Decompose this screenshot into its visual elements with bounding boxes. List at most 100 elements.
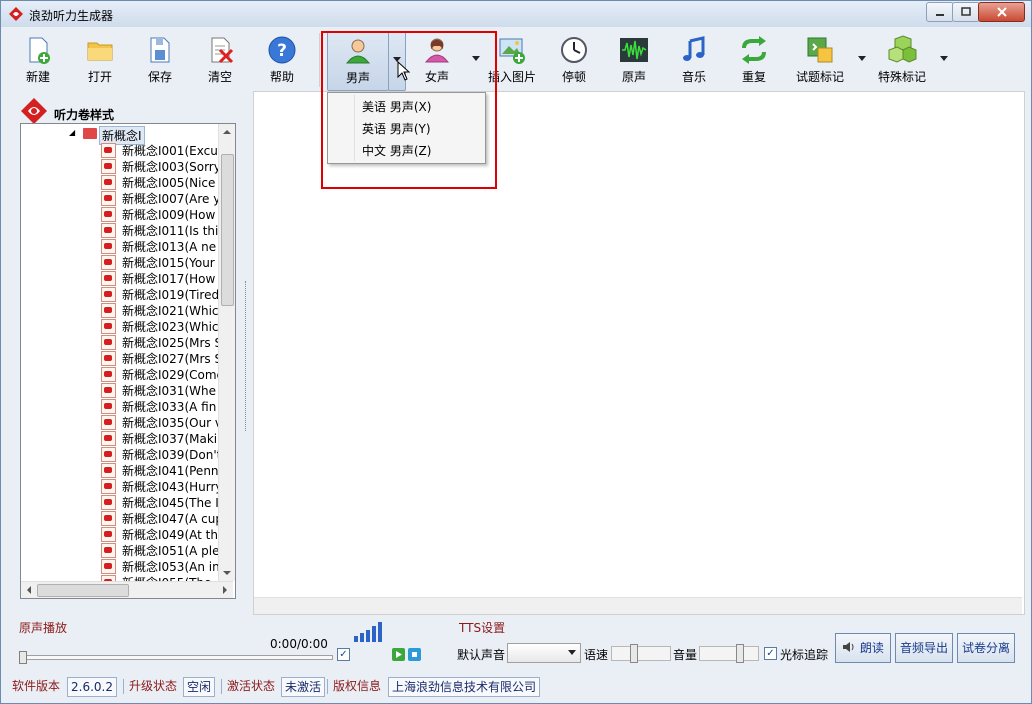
close-button[interactable] — [978, 2, 1025, 22]
clock-icon — [561, 37, 587, 63]
tree-horizontal-scrollbar[interactable] — [21, 581, 233, 598]
clear-button[interactable]: 清空 — [191, 31, 249, 89]
play-button[interactable] — [392, 648, 405, 661]
cursor-follow-checkbox[interactable]: ✓ — [764, 647, 777, 660]
playback-slider-thumb[interactable] — [19, 651, 27, 664]
tree-item-label: 新概念I031(Whe — [122, 384, 216, 398]
tree-item-label: 新概念I053(An in — [122, 560, 220, 574]
repeat-button[interactable]: 重复 — [725, 31, 783, 89]
tree-item-label: 新概念I033(A fin — [122, 400, 217, 414]
music-note-icon — [683, 36, 705, 61]
read-aloud-button[interactable]: 朗读 — [835, 633, 891, 663]
minimize-button[interactable] — [926, 2, 954, 22]
tree-item-label: 新概念I043(Hurry — [122, 480, 223, 494]
editor-horizontal-scrollbar[interactable] — [254, 597, 1022, 614]
tree-item-label: 新概念I013(A ne — [122, 240, 217, 254]
tree-item-label: 新概念I007(Are y — [122, 192, 221, 206]
tree-item-label: 新概念I021(Whic — [122, 304, 219, 318]
tree-item-label: 新概念I019(Tired — [122, 288, 220, 302]
main-window: 浪劲听力生成器 新建 打开 保存 清空 ? 帮助 男声 女声 插入图片 停顿 原… — [0, 0, 1032, 704]
audio-file-icon — [101, 495, 116, 510]
version-value: 2.6.0.2 — [67, 677, 117, 697]
read-aloud-label: 朗读 — [859, 641, 884, 655]
audio-file-icon — [101, 207, 116, 222]
status-bar: 软件版本 2.6.0.2 升级状态 空闲 激活状态 未激活 版权信息 上海浪劲信… — [9, 677, 1023, 697]
audio-file-icon — [101, 175, 116, 190]
audio-file-icon — [101, 463, 116, 478]
help-icon: ? — [268, 36, 296, 64]
audio-file-icon — [101, 319, 116, 334]
tree-item-label: 新概念I037(Makin — [122, 432, 225, 446]
new-button[interactable]: 新建 — [9, 31, 67, 89]
question-mark-label: 试题标记 — [795, 70, 844, 84]
maximize-button[interactable] — [952, 2, 980, 22]
scrollbar-thumb[interactable] — [37, 584, 129, 597]
audio-export-label: 音频导出 — [899, 641, 948, 655]
help-button[interactable]: ? 帮助 — [253, 31, 311, 89]
help-label: 帮助 — [269, 70, 294, 84]
paper-split-button[interactable]: 试卷分离 — [957, 633, 1015, 663]
pause-button[interactable]: 停顿 — [545, 31, 603, 89]
app-logo-icon — [21, 98, 47, 124]
scroll-right-icon[interactable] — [219, 583, 231, 597]
default-voice-select[interactable] — [507, 643, 581, 663]
playback-track[interactable] — [21, 655, 333, 660]
audio-file-icon — [101, 255, 116, 270]
audio-file-icon — [101, 223, 116, 238]
tree-item-label: 新概念I049(At th — [122, 528, 218, 542]
volume-label: 音量 — [673, 648, 698, 662]
stop-button[interactable] — [408, 648, 421, 661]
audio-file-icon — [101, 415, 116, 430]
panel-title: 听力卷样式 — [54, 108, 115, 122]
cursor-follow-label: 光标追踪 — [780, 648, 829, 662]
music-button[interactable]: 音乐 — [665, 31, 723, 89]
tree-item-label: 新概念I029(Come — [122, 368, 224, 382]
audio-export-button[interactable]: 音频导出 — [895, 633, 953, 663]
new-label: 新建 — [25, 70, 50, 84]
speed-slider-thumb[interactable] — [630, 644, 638, 663]
audio-file-icon — [101, 447, 116, 462]
scrollbar-thumb[interactable] — [221, 154, 234, 306]
audio-file-icon — [101, 239, 116, 254]
copyright-label: 版权信息 — [333, 679, 382, 693]
minimize-icon — [936, 14, 944, 16]
special-mark-dropdown[interactable] — [939, 53, 949, 66]
save-button[interactable]: 保存 — [131, 31, 189, 89]
style-panel: 听力卷样式 ◢ 新概念I 新概念I001(Excu 新概念I003(Sorry 新概… — [14, 97, 236, 603]
insert-image-icon — [499, 38, 525, 64]
playback-time: 0:00/0:00 — [270, 637, 328, 651]
chevron-down-icon — [568, 650, 576, 655]
playback-checkbox[interactable]: ✓ — [337, 648, 350, 661]
original-audio-label: 原声 — [621, 70, 646, 84]
clear-label: 清空 — [207, 70, 232, 84]
tree-item-label: 新概念I035(Our v — [122, 416, 223, 430]
question-mark-dropdown[interactable] — [857, 53, 867, 66]
paper-split-label: 试卷分离 — [961, 641, 1010, 655]
panel-splitter[interactable] — [245, 281, 249, 431]
scroll-up-icon[interactable] — [220, 126, 234, 138]
status-separator — [123, 679, 124, 694]
scroll-left-icon[interactable] — [23, 583, 35, 597]
scroll-down-icon[interactable] — [220, 567, 234, 579]
volume-slider-thumb[interactable] — [736, 644, 744, 663]
audio-file-icon — [101, 351, 116, 366]
svg-text:?: ? — [277, 41, 287, 61]
tree-item-label: 新概念I045(The I — [122, 496, 219, 510]
speed-slider[interactable] — [611, 644, 671, 663]
audio-file-icon — [101, 431, 116, 446]
special-mark-button[interactable]: 特殊标记 — [871, 31, 933, 89]
audio-file-icon — [101, 303, 116, 318]
audio-file-icon — [101, 191, 116, 206]
chevron-down-icon — [940, 56, 948, 61]
expand-icon[interactable]: ◢ — [69, 128, 75, 137]
question-mark-button[interactable]: 试题标记 — [789, 31, 851, 89]
chevron-down-icon — [858, 56, 866, 61]
folder-icon — [83, 128, 97, 139]
original-audio-button[interactable]: 原声 — [605, 31, 663, 89]
tree-item-label: 新概念I039(Don't — [122, 448, 222, 462]
tts-section-label: TTS设置 — [459, 621, 506, 635]
tree-vertical-scrollbar[interactable] — [218, 124, 235, 581]
volume-slider[interactable] — [699, 644, 759, 663]
open-button[interactable]: 打开 — [71, 31, 129, 89]
save-icon — [150, 37, 170, 63]
